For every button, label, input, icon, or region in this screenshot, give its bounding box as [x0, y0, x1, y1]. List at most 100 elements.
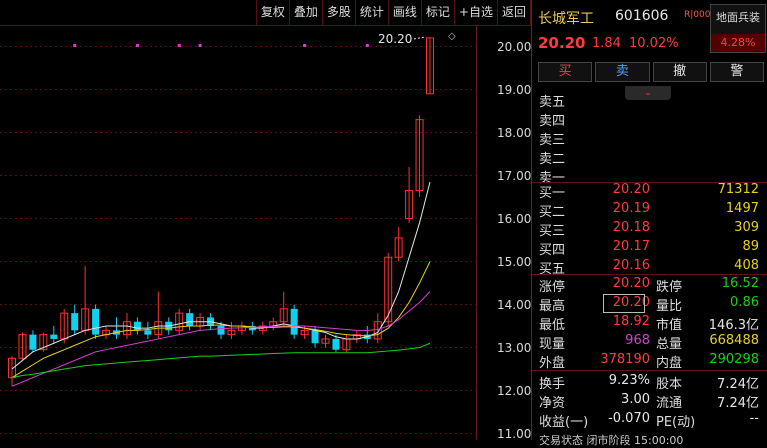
row-volume: 1497: [725, 201, 759, 216]
diamond-icon: ◇: [448, 31, 456, 42]
sector-box[interactable]: 地面兵装 4.28%: [710, 4, 766, 53]
stat-v1: -0.070: [608, 411, 650, 426]
stat2-row-0: 换手 9.23% 股本 7.24亿: [532, 372, 767, 392]
buy-button[interactable]: 买: [538, 62, 593, 82]
stock-code: 601606: [615, 8, 669, 24]
toolbar-button-5[interactable]: 标记: [420, 0, 454, 25]
stat-v2: --: [749, 411, 759, 426]
divider: [532, 370, 767, 371]
last-price-leader: [413, 36, 427, 40]
candle-body-12: [133, 321, 141, 331]
stat-row-0: 涨停 20.20 跌停 16.52: [532, 275, 767, 295]
stat-v2: 0.86: [730, 295, 759, 310]
toolbar-button-4[interactable]: 画线: [387, 0, 421, 25]
stat-v2: 146.3亿: [708, 318, 759, 333]
stat-v2: 668488: [709, 333, 759, 348]
cancel-order-button[interactable]: 撤: [652, 62, 707, 82]
stat2-row-1: 净资 3.00 流通 7.24亿: [532, 391, 767, 411]
axis-tick-8: 12.00: [497, 383, 532, 398]
ask-row-2[interactable]: 卖三: [532, 128, 767, 148]
stat-v1: 378190: [600, 352, 650, 367]
price-axis: 20.00 19.00 18.00 17.00 16.00 15.00 14.00 13.00…: [476, 25, 532, 441]
candle-body-29: [311, 330, 319, 344]
stat-l2: 股本: [656, 377, 683, 392]
ask-row-1[interactable]: 卖四: [532, 109, 767, 129]
ask-row-3[interactable]: 卖二: [532, 147, 767, 167]
alert-button[interactable]: 警: [709, 62, 764, 82]
sector-percent: 4.28%: [711, 34, 765, 51]
signal-marker-1: [135, 44, 139, 47]
signal-marker-0: [73, 44, 77, 47]
sector-name: 地面兵装: [716, 11, 760, 24]
row-label: 买二: [539, 205, 566, 220]
last-price-label: 20.20: [378, 32, 412, 46]
sell-button[interactable]: 卖: [595, 62, 650, 82]
trade-buttons: 买 卖 撤 警: [538, 62, 764, 82]
axis-tick-7: 13.00: [497, 340, 532, 355]
stat-v1: 3.00: [621, 392, 650, 407]
stat-l2: 内盘: [656, 356, 683, 371]
kline-chart-area[interactable]: 20.20 ◇ 复权 叠加 多股 统计 画线 标记 +自选 返回 20.00 19.00 18.00…: [0, 0, 532, 441]
stat-l2: 量比: [656, 299, 683, 314]
stat-v2: 7.24亿: [717, 396, 759, 411]
row-price: 20.20: [612, 182, 650, 197]
row-volume: 408: [734, 258, 759, 273]
row-volume: 71312: [717, 182, 759, 197]
toolbar-button-2[interactable]: 多股: [321, 0, 355, 25]
trade-status: 交易状态 闭市阶段 15:00:00: [539, 434, 684, 447]
stat-row-4: 外盘 378190 内盘 290298: [532, 351, 767, 371]
stat-l2: PE(动): [656, 415, 696, 430]
stat-v1: 18.92: [612, 314, 650, 329]
axis-tick-9: 11.00: [497, 426, 532, 441]
last-price: 20.20: [538, 34, 586, 52]
candle-body-17: [186, 313, 194, 327]
row-label: 卖四: [539, 114, 566, 129]
signal-marker-3: [198, 44, 202, 47]
toolbar-button-0[interactable]: 复权: [255, 0, 289, 25]
candle-body-27: [290, 308, 298, 335]
axis-tick-1: 19.00: [497, 82, 532, 97]
price-change: 1.84: [592, 36, 621, 51]
toolbar-button-7[interactable]: 返回: [496, 0, 531, 25]
row-label: 买三: [539, 224, 566, 239]
bid-row-0[interactable]: 买一 20.20 71312: [532, 181, 767, 201]
toolbar-button-6[interactable]: +自选: [453, 0, 497, 25]
candle-body-13: [144, 330, 152, 335]
bid-row-3[interactable]: 买四 20.17 89: [532, 238, 767, 258]
chart-toolbar: 复权 叠加 多股 统计 画线 标记 +自选 返回: [0, 0, 531, 26]
kline-chart[interactable]: 20.20 ◇: [0, 0, 476, 440]
stat-l1: 最低: [539, 318, 566, 333]
stat-v1: 20.20: [612, 276, 650, 291]
stat-l1: 净资: [539, 396, 566, 411]
stat-l2: 跌停: [656, 280, 683, 295]
ask-row-0[interactable]: 卖五: [532, 90, 767, 110]
row-label: 买四: [539, 243, 566, 258]
candle-body-6: [71, 313, 79, 331]
candle-body-20: [217, 326, 225, 335]
stat-l1: 最高: [539, 299, 566, 314]
quote-panel: 长城军工 601606 R|000 地面兵装 4.28% 20.20 1.84 …: [531, 0, 767, 447]
row-volume: 89: [742, 239, 759, 254]
margin-badge: R|000: [684, 10, 711, 20]
stat-v2: 290298: [709, 352, 759, 367]
signal-marker-4: [303, 44, 307, 47]
stat-l1: 换手: [539, 377, 566, 392]
stock-name: 长城军工: [538, 11, 594, 27]
stat-row-1: 最高 20.20 量比 0.86: [532, 294, 767, 314]
stat-l1: 涨停: [539, 280, 566, 295]
stat-v2: 7.24亿: [717, 377, 759, 392]
signal-marker-5: [365, 44, 369, 47]
toolbar-button-3[interactable]: 统计: [354, 0, 388, 25]
stat-l2: 市值: [656, 318, 683, 333]
candle-body-31: [332, 338, 340, 350]
stat-l1: 收益(一): [539, 415, 589, 430]
stat-v1: 9.23%: [608, 373, 650, 388]
price-change-percent: 10.02%: [629, 36, 679, 51]
row-label: 卖五: [539, 95, 566, 110]
stat-l1: 现量: [539, 337, 566, 352]
bid-row-2[interactable]: 买三 20.18 309: [532, 219, 767, 239]
stat-v1: 968: [625, 333, 650, 348]
bid-row-1[interactable]: 买二 20.19 1497: [532, 200, 767, 220]
candle-body-2: [29, 334, 37, 350]
toolbar-button-1[interactable]: 叠加: [288, 0, 322, 25]
